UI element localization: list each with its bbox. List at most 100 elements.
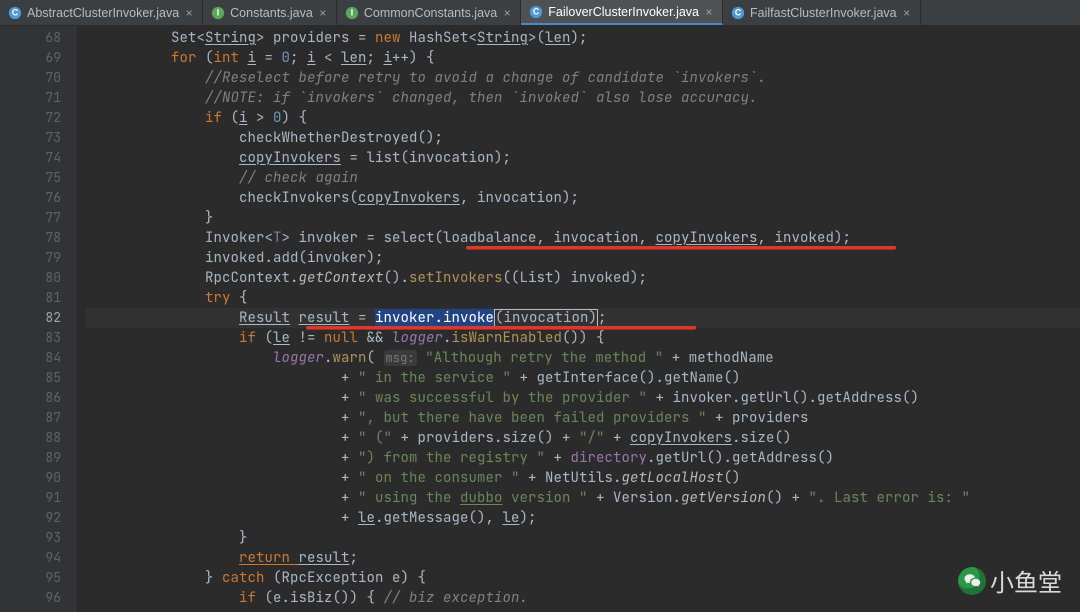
code-line[interactable]: + ") from the registry " + directory.get…: [86, 448, 1080, 468]
code-token: if: [239, 329, 265, 347]
code-line[interactable]: RpcContext.getContext().setInvokers((Lis…: [86, 268, 1080, 288]
line-number[interactable]: 84: [0, 348, 61, 368]
close-icon[interactable]: ×: [502, 8, 512, 18]
code-line[interactable]: if (e.isBiz()) { // biz exception.: [86, 588, 1080, 608]
close-icon[interactable]: ×: [704, 7, 714, 17]
code-line[interactable]: Invoker<T> invoker = select(loadbalance,…: [86, 228, 1080, 248]
code-token: " (": [358, 429, 392, 447]
code-line[interactable]: + " (" + providers.size() + "/" + copyIn…: [86, 428, 1080, 448]
line-number[interactable]: 83: [0, 328, 61, 348]
code-line[interactable]: + le.getMessage(), le);: [86, 508, 1080, 528]
code-line[interactable]: [86, 608, 1080, 612]
editor-tab[interactable]: IConstants.java×: [203, 0, 337, 25]
code-line[interactable]: Set<String> providers = new HashSet<Stri…: [86, 28, 1080, 48]
editor-tab-bar: CAbstractClusterInvoker.java×IConstants.…: [0, 0, 1080, 26]
code-line[interactable]: try {: [86, 288, 1080, 308]
line-number[interactable]: 75: [0, 168, 61, 188]
code-token: T: [273, 229, 282, 247]
code-token: , invocation);: [460, 189, 579, 207]
code-line[interactable]: if (i > 0) {: [86, 108, 1080, 128]
code-token: +: [341, 389, 358, 407]
line-number[interactable]: 89: [0, 448, 61, 468]
line-number[interactable]: 87: [0, 408, 61, 428]
code-token: + invoker.getUrl().getAddress(): [647, 389, 919, 407]
editor-tab[interactable]: CFailfastClusterInvoker.java×: [723, 0, 921, 25]
code-token: + getInterface().getName(): [511, 369, 741, 387]
code-line[interactable]: checkWhetherDestroyed();: [86, 128, 1080, 148]
line-number[interactable]: 77: [0, 208, 61, 228]
code-token: le: [358, 509, 375, 527]
code-token: =: [256, 49, 282, 67]
line-number[interactable]: 76: [0, 188, 61, 208]
line-number[interactable]: 92: [0, 508, 61, 528]
code-token: (: [367, 349, 384, 367]
code-token: =: [350, 29, 376, 47]
line-number[interactable]: 88: [0, 428, 61, 448]
close-icon[interactable]: ×: [184, 8, 194, 18]
line-number[interactable]: 70: [0, 68, 61, 88]
code-line[interactable]: copyInvokers = list(invocation);: [86, 148, 1080, 168]
code-line[interactable]: + ", but there have been failed provider…: [86, 408, 1080, 428]
line-number[interactable]: 80: [0, 268, 61, 288]
code-line[interactable]: return result;: [86, 548, 1080, 568]
code-line[interactable]: // check again: [86, 168, 1080, 188]
line-number[interactable]: 94: [0, 548, 61, 568]
code-line[interactable]: }: [86, 528, 1080, 548]
line-number[interactable]: 79: [0, 248, 61, 268]
code-token: + Version.: [588, 489, 682, 507]
line-number[interactable]: 90: [0, 468, 61, 488]
svg-text:C: C: [12, 7, 19, 17]
line-number[interactable]: 95: [0, 568, 61, 588]
code-line[interactable]: //Reselect before retry to avoid a chang…: [86, 68, 1080, 88]
code-line[interactable]: + " in the service " + getInterface().ge…: [86, 368, 1080, 388]
code-line[interactable]: + " on the consumer " + NetUtils.getLoca…: [86, 468, 1080, 488]
code-token: // check again: [239, 169, 358, 187]
code-area[interactable]: Set<String> providers = new HashSet<Stri…: [76, 26, 1080, 612]
line-number[interactable]: 78: [0, 228, 61, 248]
code-token: ") from the registry ": [358, 449, 545, 467]
code-token: i: [239, 109, 248, 127]
code-token: {: [239, 289, 248, 307]
line-number[interactable]: 82: [0, 308, 61, 328]
editor-tab[interactable]: CFailoverClusterInvoker.java×: [521, 0, 723, 25]
code-token: copyInvokers: [239, 149, 341, 167]
code-line[interactable]: + " using the dubbo version " + Version.…: [86, 488, 1080, 508]
line-number[interactable]: 68: [0, 28, 61, 48]
code-line[interactable]: checkInvokers(copyInvokers, invocation);: [86, 188, 1080, 208]
close-icon[interactable]: ×: [318, 8, 328, 18]
code-token: //NOTE: if `invokers` changed, then `inv…: [205, 89, 758, 107]
line-number[interactable]: 97: [0, 608, 61, 612]
code-line[interactable]: //NOTE: if `invokers` changed, then `inv…: [86, 88, 1080, 108]
line-number[interactable]: 74: [0, 148, 61, 168]
code-line[interactable]: logger.warn( msg: "Although retry the me…: [86, 348, 1080, 368]
code-token: () +: [766, 489, 809, 507]
code-line[interactable]: if (le != null && logger.isWarnEnabled()…: [86, 328, 1080, 348]
code-token: .: [324, 349, 333, 367]
close-icon[interactable]: ×: [902, 8, 912, 18]
editor-tab[interactable]: ICommonConstants.java×: [337, 0, 521, 25]
code-line[interactable]: invoked.add(invoker);: [86, 248, 1080, 268]
line-number[interactable]: 91: [0, 488, 61, 508]
line-number[interactable]: 93: [0, 528, 61, 548]
code-line[interactable]: for (int i = 0; i < len; i++) {: [86, 48, 1080, 68]
code-token: ++) {: [392, 49, 435, 67]
code-line[interactable]: + " was successful by the provider " + i…: [86, 388, 1080, 408]
editor-tab[interactable]: CAbstractClusterInvoker.java×: [0, 0, 203, 25]
code-token: }: [205, 209, 214, 227]
line-number[interactable]: 69: [0, 48, 61, 68]
code-line[interactable]: } catch (RpcException e) {: [86, 568, 1080, 588]
line-number[interactable]: 85: [0, 368, 61, 388]
line-number[interactable]: 71: [0, 88, 61, 108]
code-token: ((List) invoked);: [503, 269, 648, 287]
code-line[interactable]: }: [86, 208, 1080, 228]
code-token: copyInvokers: [630, 429, 732, 447]
code-token: le: [273, 329, 290, 347]
line-number[interactable]: 81: [0, 288, 61, 308]
code-token: getVersion: [681, 489, 766, 507]
line-number[interactable]: 86: [0, 388, 61, 408]
line-number[interactable]: 96: [0, 588, 61, 608]
code-line[interactable]: Result result = invoker.invoke(invocatio…: [86, 308, 1080, 328]
code-token: ().: [384, 269, 410, 287]
line-number[interactable]: 72: [0, 108, 61, 128]
line-number[interactable]: 73: [0, 128, 61, 148]
